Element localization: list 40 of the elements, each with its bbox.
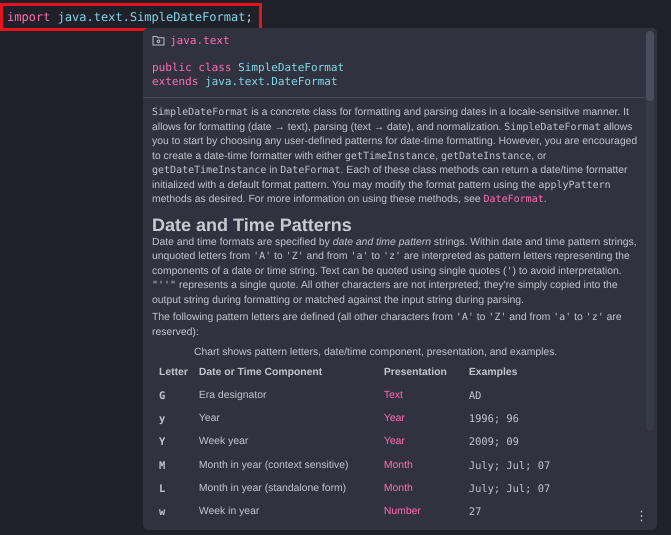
table-cell-text: L (158, 482, 166, 497)
table-cell-text: Era designator (198, 389, 268, 403)
description-paragraph: SimpleDateFormat is a concrete class for formatting and parsing dates in a locale-sensitive manner. It allows for formatting (date → text), parsing (text → date), and normalization. SimpleDateFormat allows you to start by choosing any user-defined patterns for date-time formatting. However, you are encouraged to create a date-time formatter with either getTimeInstance, getDateInstance, or getDateTimeInstance in DateFormat. Each of these class methods can return a date/time formatter initialized with a default format pattern. You may modify the format pattern using the applyPattern methods as desired. For more information on using these methods, see DateFormat. (152, 106, 638, 207)
table-cell-text: Text (382, 389, 404, 403)
dateformat-link[interactable]: DateFormat (484, 194, 544, 205)
more-button[interactable]: ⋮ (632, 509, 651, 524)
description-paragraph: The following pattern letters are defined (all other characters from 'A' to 'Z' and from 'a' to 'z' are reserved): (152, 311, 623, 340)
table-cell-text: 27 (468, 504, 482, 520)
column-header: Date or Time Component (198, 366, 324, 380)
scrollbar-thumb[interactable] (646, 31, 654, 101)
section-heading: Date and Time Patterns (152, 214, 353, 236)
table-cell-text: Year (382, 435, 406, 450)
table-caption: Chart shows pattern letters, date/time component, presentation, and examples. (193, 346, 558, 360)
class-signature: public class SimpleDateFormat (152, 61, 344, 75)
column-header: Letter (158, 366, 189, 380)
table-cell-text: Month (382, 458, 414, 473)
class-signature: extends java.text.DateFormat (152, 75, 338, 89)
table-cell-text: Year (382, 412, 406, 426)
table-cell-text: July; Jul; 07 (468, 482, 552, 497)
table-cell-text: Year (198, 412, 221, 426)
table-cell-text: G (158, 389, 166, 404)
description-paragraph: Date and time formats are specified by date and time pattern strings. Within date and time pattern strings, unquoted letters from 'A' to 'Z' and from 'a' to 'z' are interpreted as pattern letters representing the components of a date or time string. Text can be quoted using single quotes (') to avoid interpretation. "''" represents a single quote. All other characters are not interpreted; they're simply copied into the output string during formatting or matched against the input string during parsing. (152, 236, 638, 308)
table-cell-text: Month in year (standalone form) (198, 482, 348, 496)
table-cell-text: Week in year (198, 504, 260, 519)
package-folder-icon (152, 34, 165, 46)
table-cell-text: w (158, 504, 166, 520)
table-cell-text: July; Jul; 07 (468, 458, 552, 474)
table-cell-text: Number (382, 504, 422, 519)
table-cell-text: M (158, 458, 166, 474)
table-cell-text: Month in year (context sensitive) (198, 458, 350, 473)
column-header: Presentation (382, 366, 448, 380)
package-name: java.text (170, 34, 230, 46)
table-cell-text: Month (382, 482, 414, 496)
column-header: Examples (468, 366, 518, 380)
table-cell-text: Y (158, 435, 166, 450)
table-cell-text: Week year (198, 435, 250, 450)
table-cell-text: y (158, 412, 166, 428)
table-cell-text: 2009; 09 (468, 435, 520, 450)
table-cell-text: 1996; 96 (468, 412, 520, 428)
table-cell-text: AD (468, 389, 482, 404)
